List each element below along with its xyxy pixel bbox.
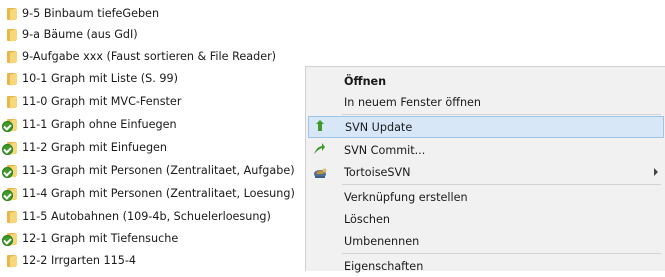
list-item-11-1-graph[interactable]: 11-1 Graph ohne Einfuegen bbox=[0, 113, 177, 135]
menu-item-properties[interactable]: Eigenschaften bbox=[306, 255, 665, 277]
folder-icon bbox=[0, 205, 22, 227]
menu-icon-placeholder bbox=[306, 208, 336, 230]
menu-item-svn-commit[interactable]: SVN Commit... bbox=[306, 139, 665, 161]
svn-normal-overlay-icon bbox=[2, 144, 13, 155]
menu-item-label: Löschen bbox=[344, 212, 390, 226]
menu-item-open[interactable]: Öffnen bbox=[306, 70, 665, 92]
list-item-9-a-baeume[interactable]: 9-a Bäume (aus GdI) bbox=[0, 23, 138, 45]
svn-normal-overlay-icon bbox=[2, 190, 13, 201]
menu-separator bbox=[342, 253, 661, 254]
svn-normal-overlay-icon bbox=[2, 167, 13, 178]
list-item-11-2-graph[interactable]: 11-2 Graph mit Einfuegen bbox=[0, 136, 167, 158]
folder-icon bbox=[0, 182, 22, 204]
folder-name: 9-5 Binbaum tiefeGeben bbox=[22, 6, 160, 20]
list-item-9-aufgabe-xxx[interactable]: 9-Aufgabe xxx (Faust sortieren & File Re… bbox=[0, 45, 276, 67]
folder-icon bbox=[0, 45, 22, 67]
svn-update-icon bbox=[309, 116, 337, 138]
menu-item-tortoisesvn[interactable]: TortoiseSVN bbox=[306, 161, 665, 183]
menu-item-label: SVN Update bbox=[345, 120, 413, 134]
list-item-12-2-irrgarten[interactable]: 12-2 Irrgarten 115-4 bbox=[0, 249, 136, 271]
folder-icon bbox=[0, 159, 22, 181]
list-item-11-0-graph[interactable]: 11-0 Graph mit MVC-Fenster bbox=[0, 90, 181, 112]
list-item-12-1-graph[interactable]: 12-1 Graph mit Tiefensuche bbox=[0, 227, 178, 249]
svn-normal-overlay-icon bbox=[2, 235, 13, 246]
menu-icon-placeholder bbox=[306, 70, 336, 92]
folder-name: 11-5 Autobahnen (109-4b, Schuelerloesung… bbox=[22, 209, 271, 223]
menu-icon-placeholder bbox=[306, 230, 336, 252]
menu-item-label: Verknüpfung erstellen bbox=[344, 190, 468, 204]
folder-icon bbox=[0, 90, 22, 112]
folder-icon bbox=[0, 67, 22, 89]
menu-item-open-new-window[interactable]: In neuem Fenster öffnen bbox=[306, 91, 665, 113]
folder-name: 12-1 Graph mit Tiefensuche bbox=[22, 231, 179, 245]
folder-name: 9-Aufgabe xxx (Faust sortieren & File Re… bbox=[22, 49, 277, 63]
menu-item-delete[interactable]: Löschen bbox=[306, 208, 665, 230]
list-item-11-4-graph[interactable]: 11-4 Graph mit Personen (Zentralitaet, L… bbox=[0, 182, 295, 204]
folder-name: 9-a Bäume (aus GdI) bbox=[22, 27, 138, 41]
list-item-11-3-graph[interactable]: 11-3 Graph mit Personen (Zentralitaet, A… bbox=[0, 159, 295, 181]
folder-name: 11-2 Graph mit Einfuegen bbox=[22, 140, 168, 154]
folder-icon bbox=[0, 249, 22, 271]
svn-commit-icon bbox=[306, 139, 336, 161]
list-item-9-5-binbaum[interactable]: 9-5 Binbaum tiefeGeben bbox=[0, 2, 159, 24]
folder-name: 12-2 Irrgarten 115-4 bbox=[22, 253, 137, 267]
folder-name: 10-1 Graph mit Liste (S. 99) bbox=[22, 71, 178, 85]
folder-icon bbox=[0, 113, 22, 135]
folder-icon bbox=[0, 2, 22, 24]
menu-separator bbox=[342, 184, 661, 185]
chevron-right-icon bbox=[654, 168, 658, 176]
menu-icon-placeholder bbox=[306, 186, 336, 208]
folder-icon bbox=[0, 136, 22, 158]
menu-item-label: In neuem Fenster öffnen bbox=[344, 95, 482, 109]
menu-icon-placeholder bbox=[306, 91, 336, 113]
list-item-11-5-autobahnen[interactable]: 11-5 Autobahnen (109-4b, Schuelerloesung… bbox=[0, 205, 271, 227]
menu-item-label: SVN Commit... bbox=[344, 143, 426, 157]
menu-item-svn-update[interactable]: SVN Update bbox=[308, 116, 664, 138]
context-menu: Öffnen In neuem Fenster öffnen SVN Updat… bbox=[305, 66, 665, 273]
folder-name: 11-4 Graph mit Personen (Zentralitaet, L… bbox=[22, 186, 295, 200]
folder-icon bbox=[0, 227, 22, 249]
tortoisesvn-icon bbox=[306, 161, 336, 183]
list-item-10-1-graph[interactable]: 10-1 Graph mit Liste (S. 99) bbox=[0, 67, 178, 89]
menu-item-label: TortoiseSVN bbox=[344, 165, 411, 179]
menu-separator bbox=[342, 114, 661, 115]
folder-name: 11-1 Graph ohne Einfuegen bbox=[22, 117, 177, 131]
svn-normal-overlay-icon bbox=[2, 121, 13, 132]
folder-name: 11-3 Graph mit Personen (Zentralitaet, A… bbox=[22, 163, 295, 177]
folder-icon bbox=[0, 23, 22, 45]
menu-icon-placeholder bbox=[306, 255, 336, 277]
menu-item-create-shortcut[interactable]: Verknüpfung erstellen bbox=[306, 186, 665, 208]
folder-name: 11-0 Graph mit MVC-Fenster bbox=[22, 94, 182, 108]
menu-item-label: Öffnen bbox=[344, 74, 387, 88]
menu-item-rename[interactable]: Umbenennen bbox=[306, 230, 665, 252]
menu-item-label: Umbenennen bbox=[344, 234, 420, 248]
